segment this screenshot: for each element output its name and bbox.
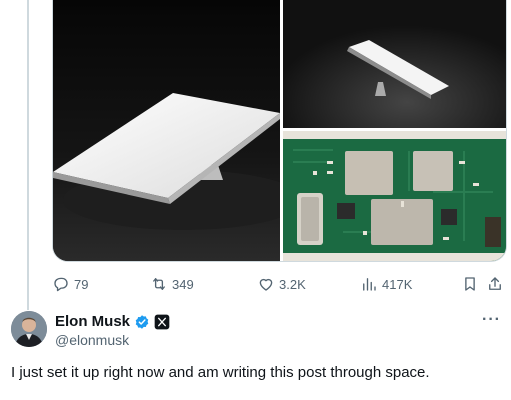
repost-button[interactable]: 349 [150, 275, 194, 293]
author-display-name[interactable]: Elon Musk [55, 313, 130, 330]
tweet-thread: 79 349 3.2K 417K Elon Musk @elonmusk ···… [0, 0, 511, 400]
like-button[interactable]: 3.2K [257, 275, 306, 293]
repost-count: 349 [172, 276, 194, 292]
author-handle[interactable]: @elonmusk [55, 332, 170, 348]
media-grid [52, 0, 507, 262]
share-icon [486, 275, 504, 293]
views-count: 417K [382, 276, 413, 292]
views-icon [360, 275, 378, 293]
bookmark-icon [461, 275, 479, 293]
like-count: 3.2K [279, 276, 306, 292]
reply-text: I just set it up right now and am writin… [11, 364, 430, 381]
x-logo-icon[interactable] [154, 314, 170, 330]
heart-icon [257, 275, 275, 293]
reply-author: Elon Musk @elonmusk [55, 313, 170, 348]
share-button[interactable] [486, 275, 504, 293]
repost-icon [150, 275, 168, 293]
bookmark-button[interactable] [461, 275, 479, 293]
author-name-row: Elon Musk [55, 313, 170, 330]
media-image-circuit-board[interactable] [283, 131, 506, 261]
comment-icon [52, 275, 70, 293]
media-image-dish-side[interactable] [283, 0, 506, 128]
more-icon[interactable]: ··· [482, 311, 501, 329]
media-image-dish-angled[interactable] [53, 0, 280, 261]
reply-button[interactable]: 79 [52, 275, 88, 293]
thread-connector-line [27, 0, 29, 310]
views-button[interactable]: 417K [360, 275, 412, 293]
avatar[interactable] [11, 311, 47, 347]
tweet-action-bar: 79 349 3.2K 417K [52, 270, 507, 298]
reply-count: 79 [74, 276, 89, 292]
verified-icon[interactable] [134, 314, 150, 330]
